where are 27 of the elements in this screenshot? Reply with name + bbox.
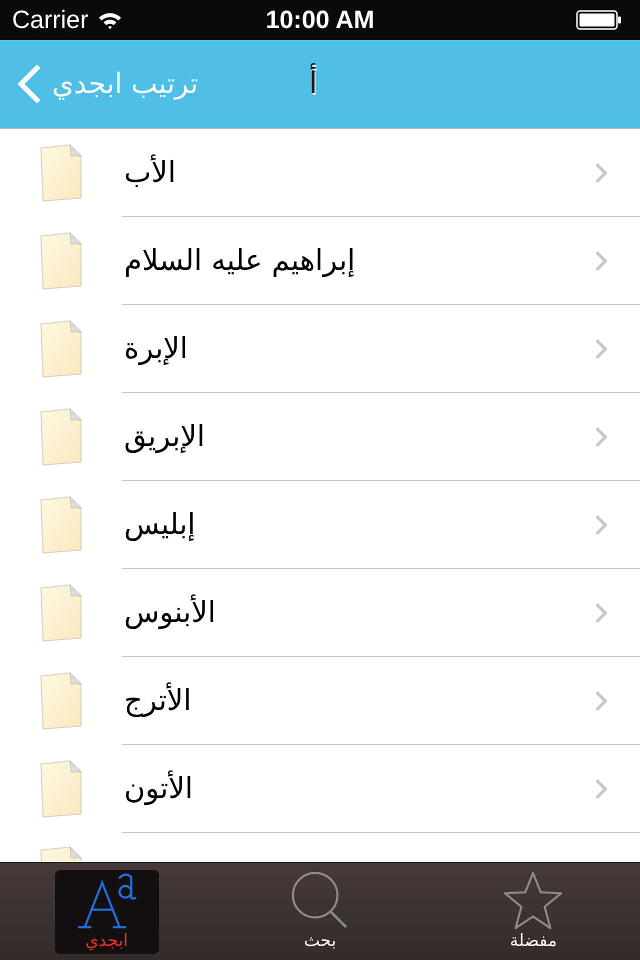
document-icon: [40, 320, 82, 378]
chevron-icon: [594, 690, 608, 712]
document-icon: [40, 584, 82, 642]
document-icon: [40, 144, 82, 202]
chevron-icon: [594, 778, 608, 800]
navigation-title: أ: [306, 60, 320, 108]
chevron-icon: [594, 338, 608, 360]
chevron-icon: [594, 162, 608, 184]
document-icon: [40, 232, 82, 290]
clock-time: 10:00 AM: [266, 8, 374, 32]
battery-icon: [576, 10, 622, 30]
chevron-icon: [594, 250, 608, 272]
font-letters-icon: [76, 870, 137, 930]
wifi-icon: [98, 10, 122, 30]
chevron-icon: [594, 602, 608, 624]
tab[interactable]: ابجدي: [54, 870, 159, 954]
tab[interactable]: مفضلة: [481, 870, 586, 954]
star-icon: [503, 870, 564, 930]
tab[interactable]: بحث: [268, 870, 372, 954]
document-icon: [40, 672, 82, 730]
chevron-icon: [594, 426, 608, 448]
document-icon: [40, 496, 82, 554]
document-icon: [40, 408, 82, 466]
chevron-icon: [594, 514, 608, 536]
carrier-name: Carrier: [12, 8, 88, 32]
document-icon: [40, 760, 82, 818]
back-chevron-icon: [16, 65, 40, 103]
